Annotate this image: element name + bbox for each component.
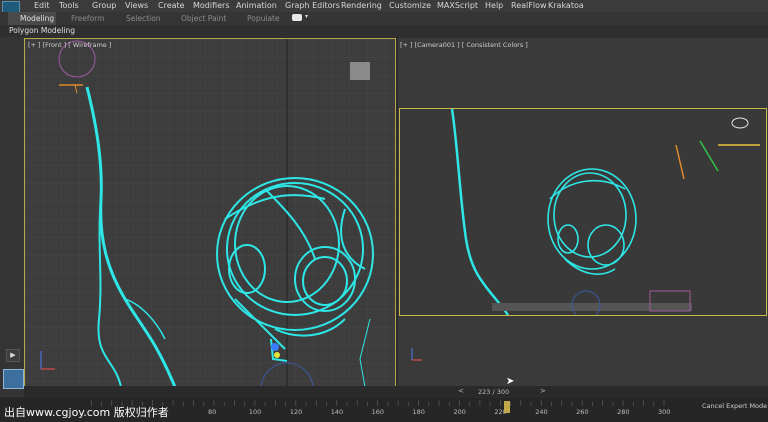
tick-label: 260 — [576, 408, 589, 416]
ribbon-tabs: Modeling Freeform Selection Object Paint… — [0, 12, 768, 25]
menu-maxscript[interactable]: MAXScript — [437, 1, 478, 10]
mouse-cursor-icon: ➤ — [506, 376, 515, 387]
menu-bar: Edit Tools Group Views Create Modifiers … — [0, 0, 768, 12]
tab-modeling[interactable]: Modeling — [20, 14, 54, 23]
menu-tools[interactable]: Tools — [59, 1, 79, 10]
left-command-strip — [0, 37, 24, 397]
tick-label: 200 — [453, 408, 466, 416]
menu-edit[interactable]: Edit — [34, 1, 50, 10]
tick-label: 180 — [412, 408, 425, 416]
lightning-strand-cam — [450, 109, 510, 315]
camera-viewport-canvas — [450, 109, 760, 315]
prev-frame-icon[interactable]: < — [458, 387, 464, 395]
menu-animation[interactable]: Animation — [236, 1, 277, 10]
camera-target-icon — [731, 117, 749, 129]
menu-krakatoa[interactable]: Krakatoa — [548, 1, 584, 10]
menu-create[interactable]: Create — [158, 1, 185, 10]
frame-counter: 223 / 300 — [478, 388, 510, 396]
tick-label: 100 — [248, 408, 262, 416]
front-viewport-canvas — [25, 39, 395, 387]
green-arrow — [699, 140, 719, 172]
viewport-front-label[interactable]: [+ ] [Front ] [ Wireframe ] — [28, 41, 111, 49]
cancel-expert-mode-button[interactable]: Cancel Expert Mode — [702, 402, 767, 410]
timeline-slider[interactable] — [503, 401, 510, 413]
play-icon[interactable]: ▶ — [6, 349, 20, 362]
skull-wireframe-cam — [547, 168, 637, 275]
tab-object-paint[interactable]: Object Paint — [181, 14, 226, 23]
mini-panel-icon[interactable] — [3, 369, 24, 389]
tab-freeform[interactable]: Freeform — [71, 14, 104, 23]
menu-help[interactable]: Help — [485, 1, 503, 10]
next-frame-icon[interactable]: > — [540, 387, 546, 395]
tick-label: 160 — [371, 408, 385, 416]
tab-populate[interactable]: Populate — [247, 14, 280, 23]
tick-label: 80 — [208, 408, 217, 416]
tick-label: 300 — [658, 408, 671, 416]
tick-label: 240 — [535, 408, 548, 416]
ribbon-panel: Polygon Modeling — [0, 25, 768, 37]
tick-label: 280 — [617, 408, 630, 416]
watermark-text: 出自www.cgjoy.com 版权归作者 — [4, 406, 169, 419]
viewport-front[interactable]: [+ ] [Front ] [ Wireframe ] — [24, 38, 396, 388]
menu-views[interactable]: Views — [125, 1, 148, 10]
menu-group[interactable]: Group — [92, 1, 116, 10]
menu-graph-editors[interactable]: Graph Editors — [285, 1, 340, 10]
orange-arrow — [675, 144, 685, 180]
ground-plane — [492, 303, 692, 311]
blue-dot — [271, 343, 279, 351]
panel-label[interactable]: Polygon Modeling — [9, 26, 75, 35]
menu-realflow[interactable]: RealFlow — [511, 1, 547, 10]
yellow-dot — [274, 352, 280, 358]
viewport-camera-label[interactable]: [+ ] [Camera001 ] [ Consistent Colors ] — [400, 41, 528, 49]
viewcube-icon[interactable] — [350, 62, 370, 80]
ribbon-options-icon[interactable] — [292, 14, 302, 21]
tab-selection[interactable]: Selection — [126, 14, 161, 23]
menu-customize[interactable]: Customize — [389, 1, 431, 10]
grid — [25, 39, 395, 387]
chevron-down-icon[interactable]: ▾ — [305, 13, 308, 20]
tick-label: 140 — [330, 408, 344, 416]
time-slider-bar[interactable] — [24, 386, 768, 398]
menu-modifiers[interactable]: Modifiers — [193, 1, 230, 10]
tick-label: 120 — [289, 408, 303, 416]
menu-rendering[interactable]: Rendering — [341, 1, 382, 10]
viewport-camera[interactable] — [399, 108, 767, 316]
